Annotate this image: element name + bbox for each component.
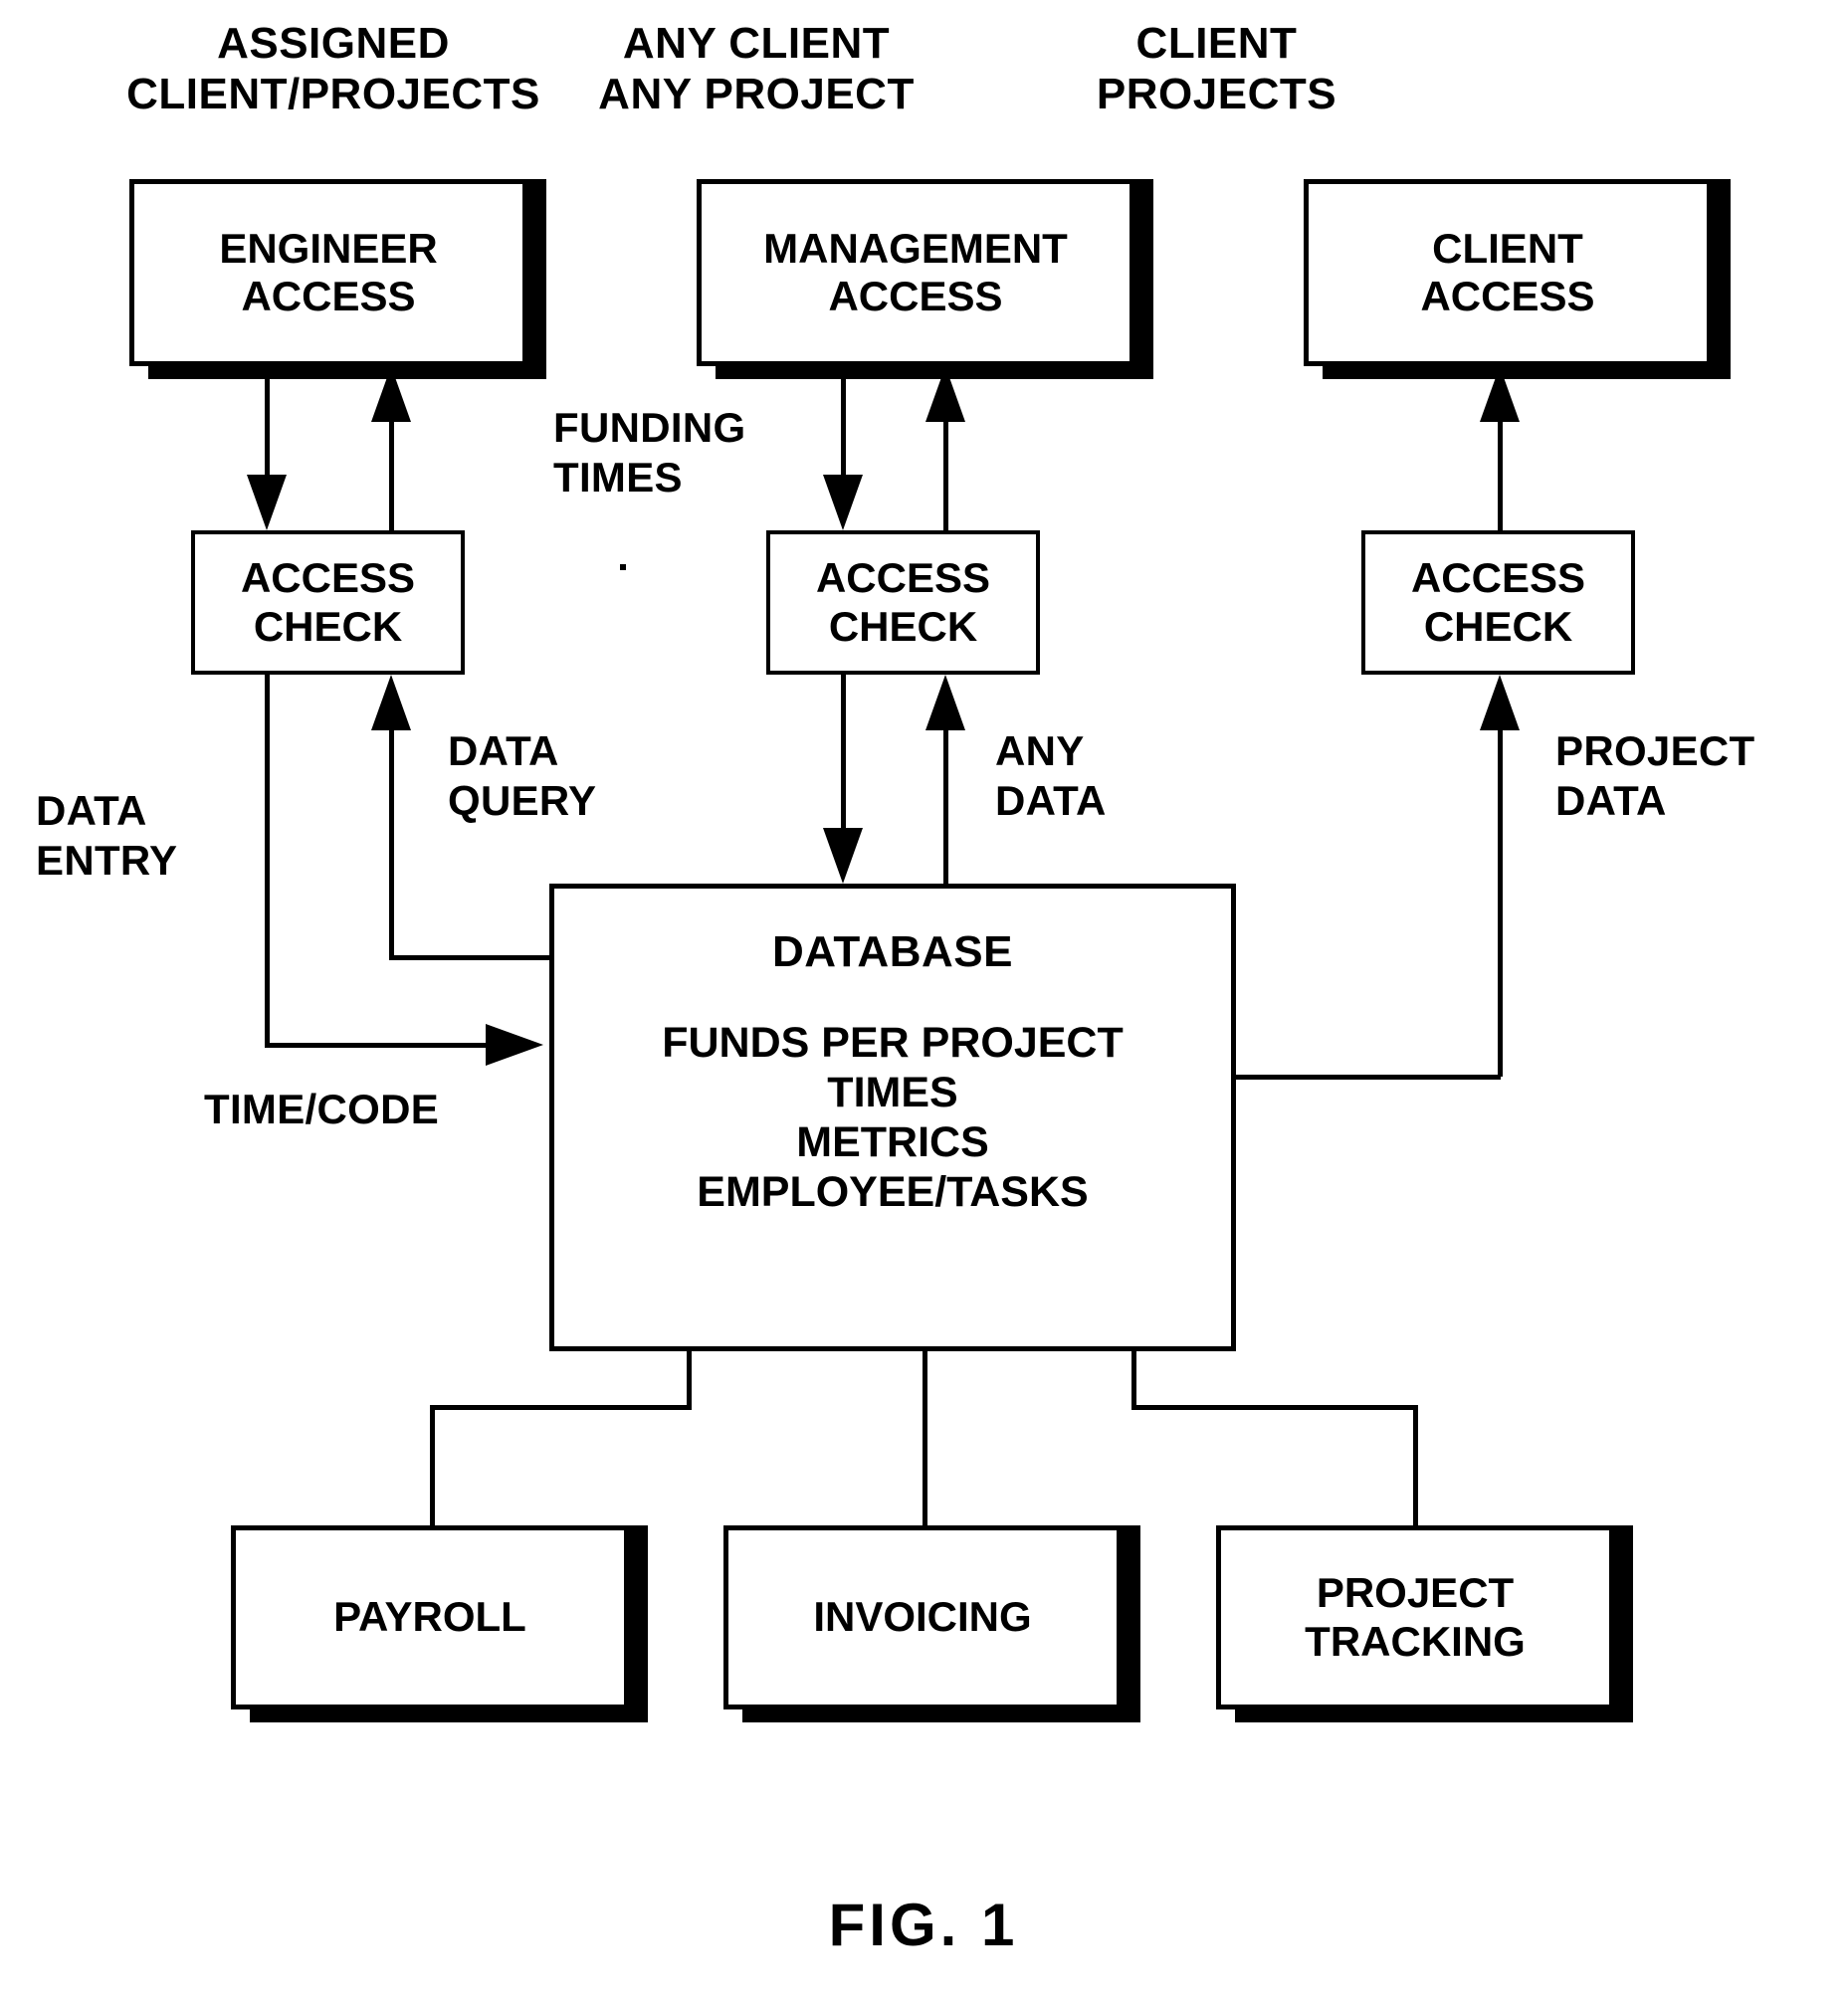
arrowhead-up-any-data	[925, 675, 965, 730]
node-access-check-client[interactable]: ACCESS CHECK	[1361, 530, 1635, 675]
label-data-query: DATA QUERY	[448, 727, 597, 824]
node-project-tracking[interactable]: PROJECT TRACKING	[1216, 1525, 1633, 1722]
label-funding-times: FUNDING TIMES	[553, 404, 746, 501]
connector-db-payroll-horizontal	[430, 1405, 692, 1410]
connector-check-to-database-line	[841, 675, 846, 830]
arrowhead-right-time-code	[486, 1024, 543, 1066]
database-line-funds: FUNDS PER PROJECT	[662, 1019, 1124, 1068]
node-payroll[interactable]: PAYROLL	[231, 1525, 648, 1722]
column-header-any-client-any-project: ANY CLIENT ANY PROJECT	[598, 19, 915, 119]
arrowhead-down-engineer-to-check	[247, 475, 287, 530]
arrowhead-up-project-data	[1480, 675, 1520, 730]
label-any-data: ANY DATA	[995, 727, 1107, 824]
figure-caption: FIG. 1	[828, 1892, 1019, 1958]
node-invoicing[interactable]: INVOICING	[723, 1525, 1140, 1722]
database-line-times: TIMES	[827, 1068, 958, 1116]
node-engineer-access[interactable]: ENGINEER ACCESS	[129, 179, 546, 379]
node-access-check-management[interactable]: ACCESS CHECK	[766, 530, 1040, 675]
column-header-assigned-client-projects: ASSIGNED CLIENT/PROJECTS	[126, 19, 540, 119]
connector-check-to-engineer-line	[389, 422, 394, 531]
scan-speck	[620, 564, 626, 570]
database-line-metrics: METRICS	[796, 1117, 989, 1166]
connector-db-invoicing-vertical	[923, 1349, 927, 1529]
node-access-check-engineer[interactable]: ACCESS CHECK	[191, 530, 465, 675]
column-header-client-projects: CLIENT PROJECTS	[1096, 19, 1337, 119]
connector-db-payroll-vertical	[430, 1405, 435, 1529]
connector-db-tracking-vertical	[1413, 1405, 1418, 1529]
label-project-data: PROJECT DATA	[1555, 727, 1755, 824]
label-data-entry: DATA ENTRY	[36, 787, 178, 884]
arrowhead-up-data-query	[371, 675, 411, 730]
connector-time-code-horizontal	[265, 1043, 494, 1048]
arrowhead-down-check-to-database	[823, 828, 863, 884]
connector-db-tracking-stub	[1131, 1349, 1136, 1409]
connector-data-query-horizontal	[389, 955, 554, 960]
connector-check-to-management-line	[943, 422, 948, 531]
connector-engineer-to-check-line	[265, 366, 270, 484]
database-title: DATABASE	[772, 927, 1013, 976]
figure-canvas: ASSIGNED CLIENT/PROJECTS ANY CLIENT ANY …	[0, 0, 1848, 2008]
connector-project-data-horizontal	[1234, 1075, 1501, 1080]
connector-check-to-client-line	[1498, 422, 1503, 531]
connector-db-payroll-stub	[687, 1349, 692, 1409]
label-time-code: TIME/CODE	[204, 1086, 440, 1132]
connector-any-data-line	[943, 730, 948, 885]
node-client-access[interactable]: CLIENT ACCESS	[1304, 179, 1731, 379]
connector-project-data-vertical	[1498, 730, 1503, 1077]
database-line-employee-tasks: EMPLOYEE/TASKS	[697, 1167, 1089, 1216]
connector-db-tracking-horizontal	[1131, 1405, 1418, 1410]
node-database[interactable]: DATABASE FUNDS PER PROJECT TIMES METRICS…	[549, 884, 1236, 1351]
node-management-access[interactable]: MANAGEMENT ACCESS	[697, 179, 1153, 379]
connector-data-query-vertical	[389, 730, 394, 957]
